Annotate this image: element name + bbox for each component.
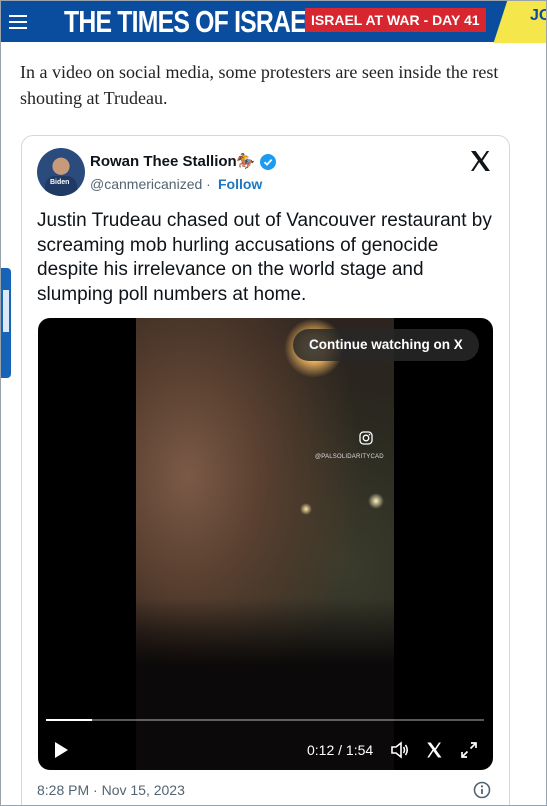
light-glare xyxy=(300,503,312,515)
author-name[interactable]: Rowan Thee Stallion xyxy=(90,153,237,170)
lead-line-2: shouting at Trudeau. xyxy=(20,88,168,108)
fullscreen-icon[interactable] xyxy=(460,741,478,759)
site-logo[interactable]: THE TIMES OF ISRAEL xyxy=(64,1,321,42)
continue-watching-button[interactable]: Continue watching on X xyxy=(293,329,479,361)
menu-icon[interactable] xyxy=(1,1,34,42)
war-day-badge[interactable]: ISRAEL AT WAR - DAY 41 xyxy=(305,8,486,32)
join-label[interactable]: JO xyxy=(530,7,546,25)
page-frame: THE TIMES OF ISRAEL ISRAEL AT WAR - DAY … xyxy=(0,0,547,806)
instagram-icon xyxy=(359,431,373,445)
x-logo-icon[interactable] xyxy=(468,149,492,173)
handle-text[interactable]: @canmericanized xyxy=(90,176,202,192)
verified-badge-icon xyxy=(260,154,276,170)
x-icon[interactable] xyxy=(425,741,443,759)
video-watermark: @PALSOLIDARITYCAD xyxy=(315,454,384,460)
side-tab-label xyxy=(3,290,9,332)
tweet-timestamp[interactable]: 8:28 PM · Nov 15, 2023 xyxy=(37,782,185,798)
video-progress-fill xyxy=(46,719,92,721)
video-progress-bar[interactable] xyxy=(46,719,484,721)
volume-icon[interactable] xyxy=(390,740,410,760)
article-lead: In a video on social media, some protest… xyxy=(20,59,546,111)
avatar[interactable]: Biden xyxy=(37,148,85,196)
avatar-text: Biden xyxy=(50,179,70,186)
tweet-text: Justin Trudeau chased out of Vancouver r… xyxy=(37,210,492,305)
author-handle[interactable]: @canmericanized · xyxy=(90,176,211,192)
video-player[interactable]: Continue watching on X @PALSOLIDARITYCAD… xyxy=(38,318,493,770)
info-icon[interactable] xyxy=(473,781,491,799)
follow-link[interactable]: Follow xyxy=(218,176,262,192)
video-time: 0:12 / 1:54 xyxy=(307,742,374,758)
author-emoji: 🏇 xyxy=(236,153,255,170)
site-header: THE TIMES OF ISRAEL ISRAEL AT WAR - DAY … xyxy=(1,1,546,43)
handle-separator: · xyxy=(206,176,211,192)
embedded-tweet[interactable]: Biden Rowan Thee Stallion 🏇 @canmericani… xyxy=(21,135,510,805)
lead-line-1: In a video on social media, some protest… xyxy=(20,62,499,82)
light-glare xyxy=(368,493,384,509)
play-icon[interactable] xyxy=(53,741,69,759)
